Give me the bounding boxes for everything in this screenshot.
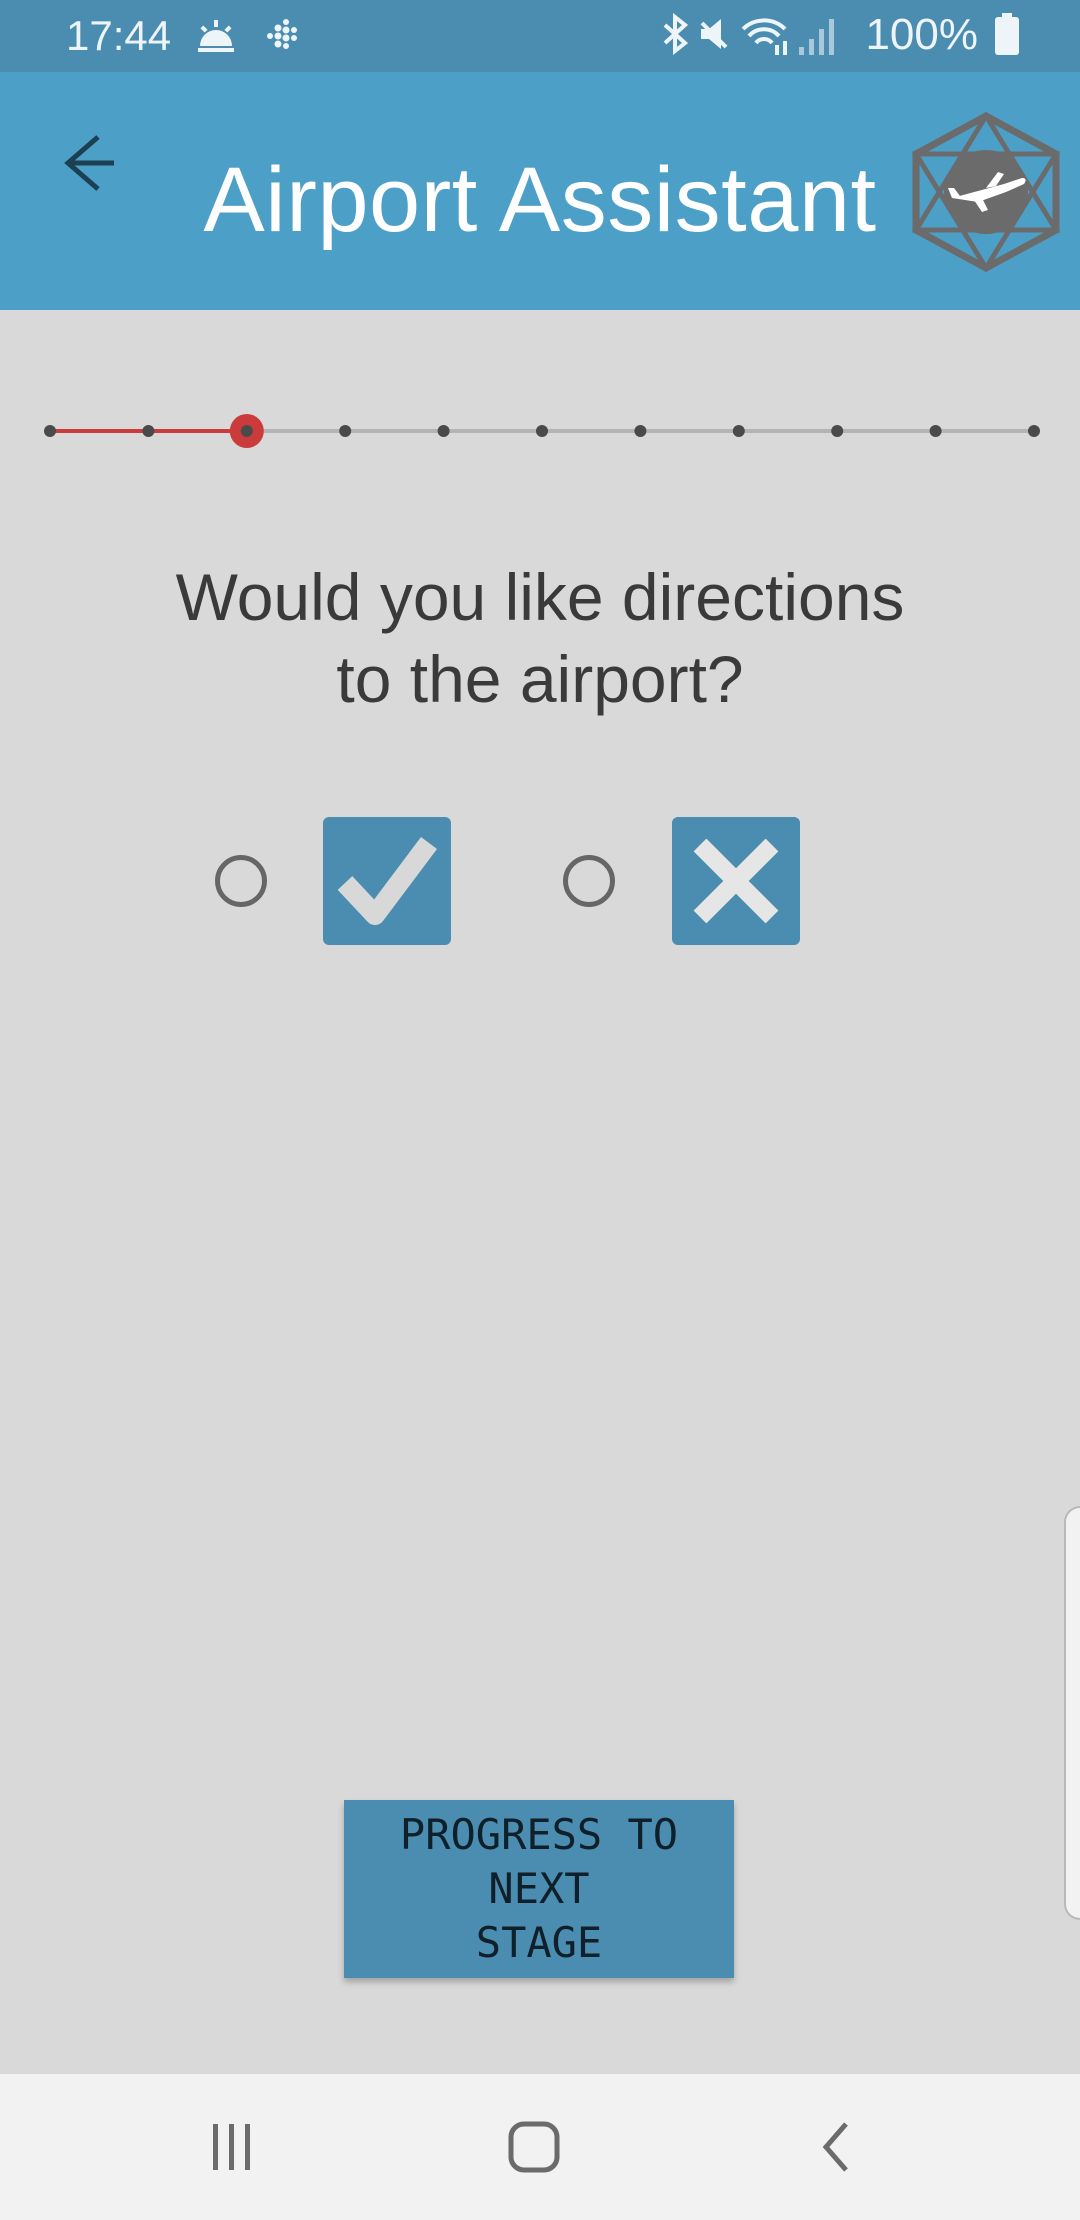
stepper-dot [929,425,942,437]
stepper-dot [831,425,844,437]
fitbit-icon [267,19,297,49]
stepper-dot [634,425,647,437]
yes-option-tile[interactable] [323,817,451,945]
status-left-icons [196,14,306,62]
progress-to-next-stage-button[interactable]: PROGRESS TO NEXT STAGE [344,1800,734,1978]
bluetooth-icon [664,12,689,56]
stepper-dot [536,425,548,437]
status-right-group: 100% [659,10,1020,60]
status-bar: 17:44 100% [0,0,1080,72]
stepper-dot [732,425,745,437]
nav-back-button[interactable] [792,2112,882,2182]
app-logo [908,111,1064,273]
battery-percentage: 100% [865,10,978,59]
no-option-tile[interactable] [672,817,800,945]
no-radio-button[interactable] [563,855,615,907]
cross-icon [693,838,779,924]
status-time: 17:44 [66,12,172,59]
progress-stepper [0,400,1080,460]
back-icon [822,2122,848,2172]
home-button[interactable] [489,2112,579,2182]
weather-sunrise-icon [198,20,234,52]
yes-radio-button[interactable] [215,855,267,907]
signal-icon [799,19,835,55]
recent-apps-button[interactable] [186,2112,276,2182]
question-line-1: Would you like directions [175,560,905,634]
stepper-dot [142,425,155,437]
stepper-track [44,414,1040,448]
question-line-2: to the airport? [336,642,744,716]
stepper-dot [1028,425,1040,437]
question-text: Would you like directions to the airport… [0,556,1080,720]
home-icon [508,2121,560,2173]
stepper-dot [437,425,450,437]
mute-icon [701,19,728,49]
system-nav-bar [0,2074,1080,2220]
edge-panel-handle[interactable] [1064,1506,1080,1920]
checkmark-icon [337,837,437,925]
battery-icon [995,13,1019,55]
stepper-dot [240,425,253,437]
next-button-line-2: STAGE [475,1918,603,1967]
stepper-dot [44,425,56,437]
airplane-hexagon-logo [911,111,1061,273]
wifi-icon [742,18,788,55]
recent-apps-icon [213,2124,250,2170]
app-bar: Airport Assistant [0,72,1080,310]
next-button-line-1: PROGRESS TO NEXT [399,1810,679,1913]
stepper-dot [339,425,352,437]
